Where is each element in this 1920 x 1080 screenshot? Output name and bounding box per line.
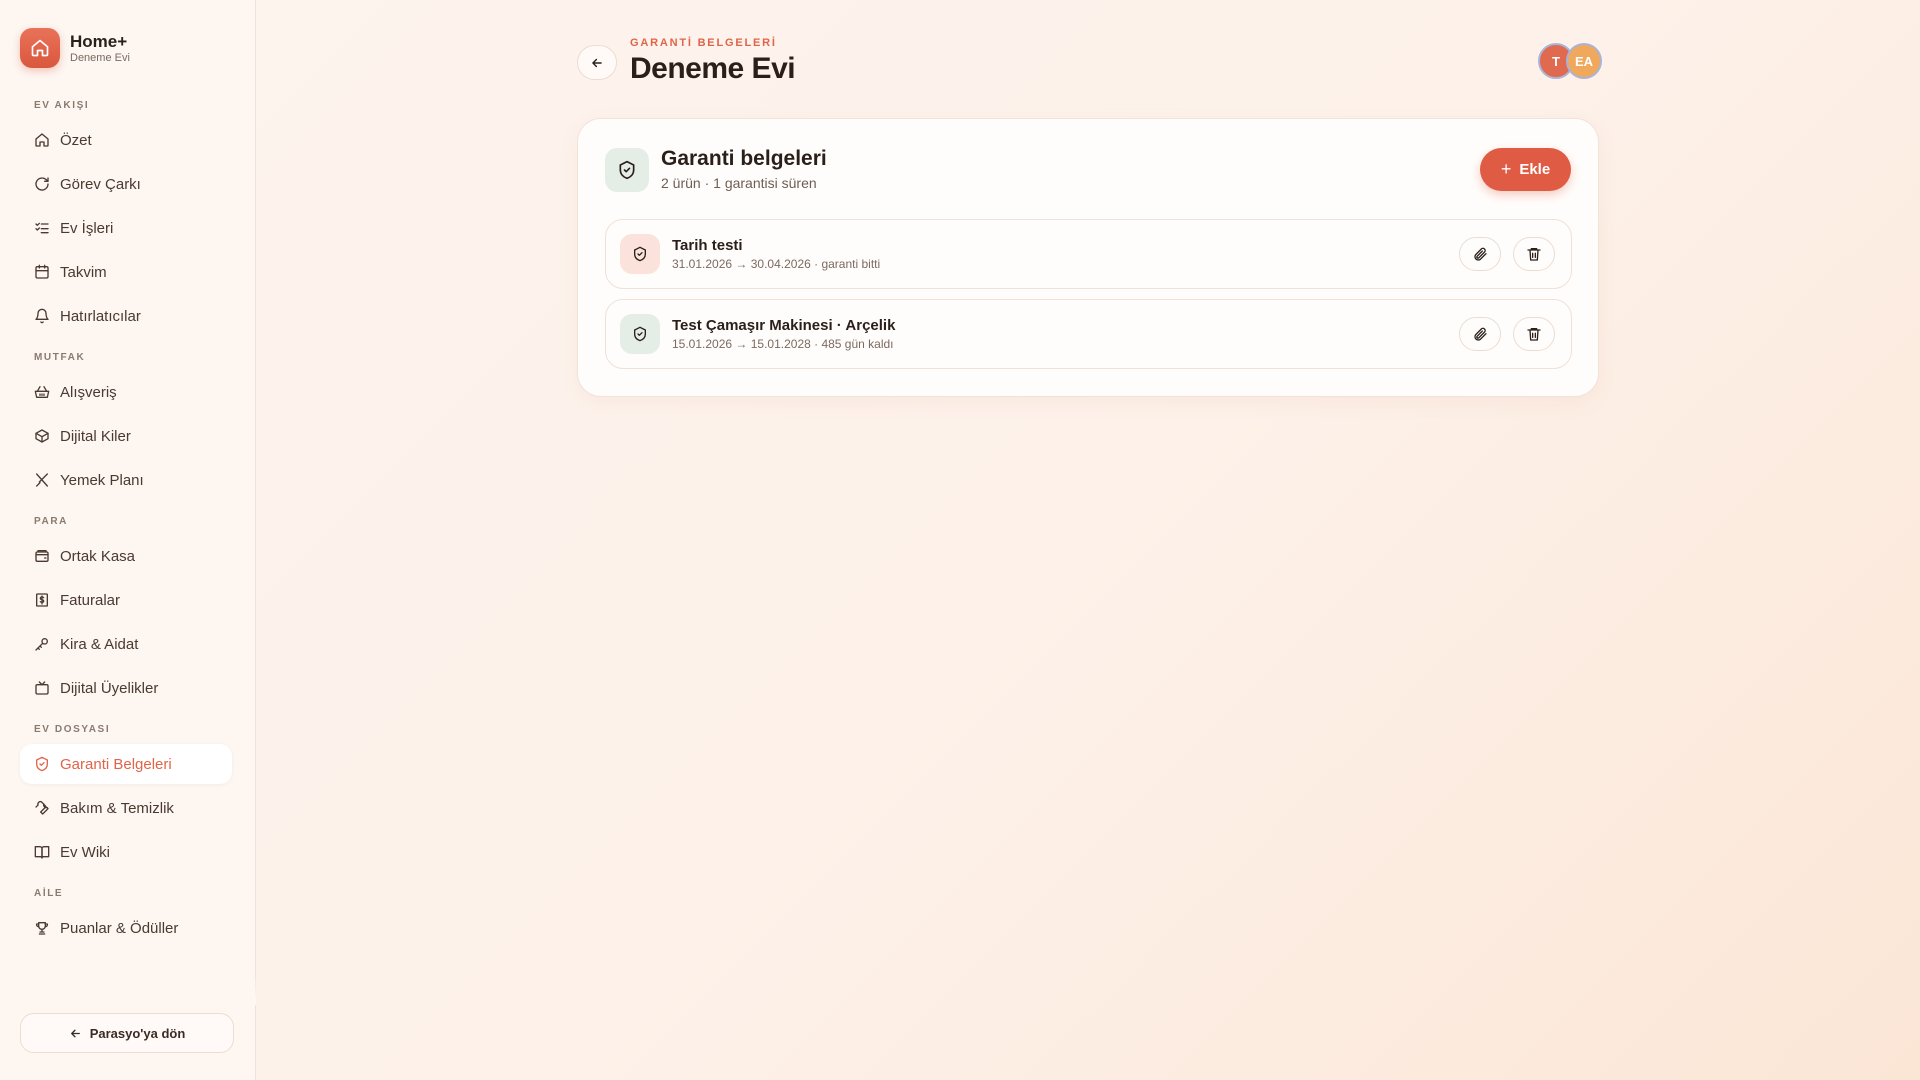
sidebar-item-label: Dijital Üyelikler bbox=[60, 679, 159, 697]
sidebar-item-garanti-belgeleri[interactable]: Garanti Belgeleri bbox=[20, 744, 232, 784]
warranty-row[interactable]: Test Çamaşır Makinesi · Arçelik 15.01.20… bbox=[605, 299, 1572, 369]
delete-button[interactable] bbox=[1513, 317, 1555, 351]
page-eyebrow: GARANTİ BELGELERİ bbox=[630, 37, 777, 49]
wrench-icon bbox=[35, 800, 49, 815]
sidebar-item-dijital-uyelikler[interactable]: Dijital Üyelikler bbox=[20, 668, 232, 708]
sidebar-item-puanlar-oduller[interactable]: Puanlar & Ödüller bbox=[20, 908, 232, 948]
sidebar-item-takvim[interactable]: Takvim bbox=[20, 252, 232, 292]
home-icon bbox=[35, 133, 49, 147]
sidebar-item-label: Görev Çarkı bbox=[60, 175, 141, 193]
bell-icon bbox=[35, 308, 49, 324]
tv-icon bbox=[35, 681, 49, 695]
warranty-dates: 15.01.2026 → 15.01.2028 · 485 gün kaldı bbox=[672, 337, 894, 351]
arrow-left-icon bbox=[70, 1029, 80, 1037]
card-title: Garanti belgeleri bbox=[661, 147, 827, 170]
warranty-dates: 31.01.2026 → 30.04.2026 · garanti bitti bbox=[672, 257, 881, 271]
home-logo-icon bbox=[20, 28, 60, 68]
sidebar-item-label: Hatırlatıcılar bbox=[60, 307, 141, 325]
sidebar-item-label: Alışveriş bbox=[60, 383, 117, 401]
utensils-icon bbox=[36, 473, 48, 487]
sidebar-item-alisveris[interactable]: Alışveriş bbox=[20, 372, 232, 412]
back-button[interactable] bbox=[577, 45, 617, 80]
sidebar-item-label: Kira & Aidat bbox=[60, 635, 139, 653]
sidebar-item-label: Garanti Belgeleri bbox=[60, 755, 172, 773]
warranty-card: Garanti belgeleri 2 ürün · 1 garantisi s… bbox=[577, 118, 1599, 397]
warranty-name: Test Çamaşır Makinesi · Arçelik bbox=[672, 317, 896, 334]
sidebar-item-label: Yemek Planı bbox=[60, 471, 144, 489]
page-title: Deneme Evi bbox=[630, 52, 796, 85]
nav-group-title: PARA bbox=[34, 516, 68, 527]
arrow-left-icon bbox=[592, 58, 602, 67]
nav-group-title: MUTFAK bbox=[34, 352, 86, 363]
receipt-icon bbox=[36, 593, 48, 607]
back-to-parasyo-button[interactable]: Parasyo'ya dön bbox=[20, 1013, 234, 1053]
attach-button[interactable] bbox=[1459, 317, 1501, 351]
sidebar-item-yemek-plani[interactable]: Yemek Planı bbox=[20, 460, 232, 500]
paperclip-icon bbox=[1474, 247, 1487, 261]
wallet-icon bbox=[35, 550, 49, 562]
sidebar-item-ozet[interactable]: Özet bbox=[20, 120, 232, 160]
shield-icon bbox=[620, 234, 660, 274]
sidebar-item-hatirlaticilar[interactable]: Hatırlatıcılar bbox=[20, 296, 232, 336]
household-name: Deneme Evi bbox=[70, 51, 130, 64]
sidebar-nav: EV AKIŞI Özet Görev Çarkı Ev İşleri Takv… bbox=[20, 96, 232, 948]
plus-icon: + bbox=[1500, 159, 1512, 179]
sidebar-item-gorev-carki[interactable]: Görev Çarkı bbox=[20, 164, 232, 204]
scroll-fade bbox=[0, 975, 256, 1005]
list-check-icon bbox=[35, 222, 49, 234]
sidebar-item-ev-wiki[interactable]: Ev Wiki bbox=[20, 832, 232, 872]
nav-group-title: EV DOSYASI bbox=[34, 724, 111, 735]
sidebar-item-label: Faturalar bbox=[60, 591, 121, 609]
sidebar-item-faturalar[interactable]: Faturalar bbox=[20, 580, 232, 620]
sidebar: Home+ Deneme Evi EV AKIŞI Özet Görev Çar… bbox=[0, 0, 256, 1080]
sidebar-item-label: Ortak Kasa bbox=[60, 547, 136, 565]
sidebar-item-ortak-kasa[interactable]: Ortak Kasa bbox=[20, 536, 232, 576]
calendar-icon bbox=[35, 264, 49, 279]
sidebar-item-label: Dijital Kiler bbox=[60, 427, 131, 445]
sidebar-item-label: Ev İşleri bbox=[60, 219, 114, 237]
brand[interactable]: Home+ Deneme Evi bbox=[20, 28, 130, 68]
sidebar-item-label: Özet bbox=[60, 131, 92, 149]
basket-icon bbox=[34, 386, 50, 398]
sidebar-item-ev-isleri[interactable]: Ev İşleri bbox=[20, 208, 232, 248]
app-name: Home+ bbox=[70, 31, 128, 51]
sidebar-item-label: Ev Wiki bbox=[60, 843, 110, 861]
back-link-label: Parasyo'ya dön bbox=[89, 1025, 186, 1041]
delete-button[interactable] bbox=[1513, 237, 1555, 271]
key-icon bbox=[35, 638, 48, 651]
warranty-row[interactable]: Tarih testi 31.01.2026 → 30.04.2026 · ga… bbox=[605, 219, 1572, 289]
nav-group-title: AİLE bbox=[34, 888, 64, 899]
member-avatars[interactable]: T EA bbox=[1538, 43, 1602, 79]
sidebar-item-label: Bakım & Temizlik bbox=[60, 799, 174, 817]
trophy-icon bbox=[35, 922, 49, 935]
shield-icon bbox=[605, 148, 649, 192]
paperclip-icon bbox=[1474, 327, 1487, 341]
add-button-label: Ekle bbox=[1519, 161, 1551, 178]
sidebar-item-label: Puanlar & Ödüller bbox=[60, 919, 179, 937]
refresh-icon bbox=[35, 177, 49, 191]
warranty-name: Tarih testi bbox=[672, 237, 743, 254]
sidebar-item-label: Takvim bbox=[60, 263, 107, 281]
box-icon bbox=[35, 429, 49, 443]
add-button[interactable]: + Ekle bbox=[1480, 148, 1571, 191]
shield-icon bbox=[36, 756, 48, 772]
attach-button[interactable] bbox=[1459, 237, 1501, 271]
card-subtitle: 2 ürün · 1 garantisi süren bbox=[661, 175, 817, 191]
sidebar-item-kira-aidat[interactable]: Kira & Aidat bbox=[20, 624, 232, 664]
sidebar-item-bakim-temizlik[interactable]: Bakım & Temizlik bbox=[20, 788, 232, 828]
trash-icon bbox=[1527, 328, 1541, 341]
book-icon bbox=[34, 846, 50, 859]
avatar[interactable]: EA bbox=[1566, 43, 1602, 79]
sidebar-item-dijital-kiler[interactable]: Dijital Kiler bbox=[20, 416, 232, 456]
shield-icon bbox=[620, 314, 660, 354]
nav-group-title: EV AKIŞI bbox=[34, 100, 90, 111]
trash-icon bbox=[1527, 248, 1541, 261]
